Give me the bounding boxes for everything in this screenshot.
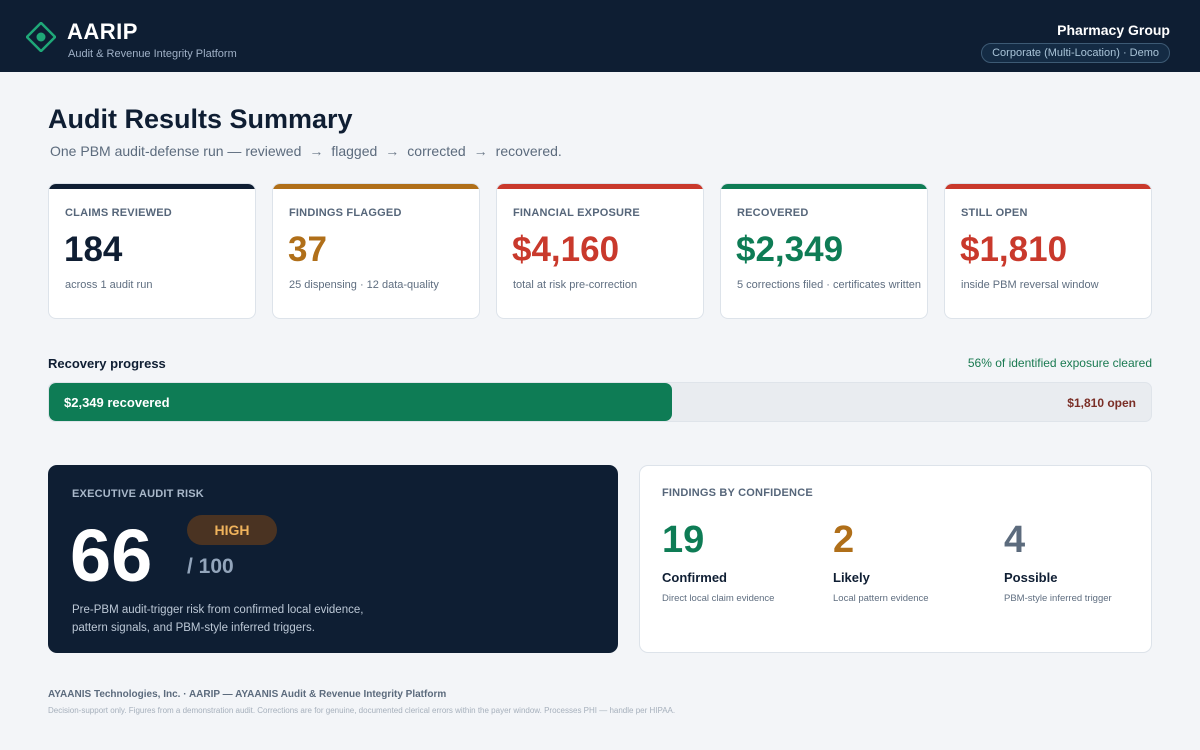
kpi-note: total at risk pre-correction	[513, 279, 638, 291]
confidence-possible: 4 Possible PBM-style inferred trigger	[1004, 518, 1169, 604]
risk-description: Pre-PBM audit-trigger risk from confirme…	[72, 604, 364, 634]
kpi-label: FINANCIAL EXPOSURE	[513, 207, 640, 219]
confidence-name: Possible	[1004, 570, 1058, 585]
org-name: Pharmacy Group	[1057, 22, 1170, 38]
confidence-name: Confirmed	[662, 570, 727, 585]
confidence-desc: Direct local claim evidence	[662, 593, 775, 604]
risk-score: 66	[70, 514, 153, 597]
recovery-progress-bar: $2,349 recovered $1,810 open	[48, 382, 1152, 422]
page-title: Audit Results Summary	[48, 104, 353, 134]
arrow-right-icon: →	[309, 143, 324, 159]
kpi-value: 184	[64, 230, 123, 269]
risk-max: / 100	[187, 555, 234, 578]
kpi-card-findings-flagged: FINDINGS FLAGGED 37 25 dispensing · 12 d…	[272, 183, 480, 319]
confidence-desc: PBM-style inferred trigger	[1004, 593, 1112, 604]
subtitle-step-reviewed: One PBM audit-defense run — reviewed	[50, 143, 302, 159]
kpi-note: across 1 audit run	[65, 279, 153, 291]
open-amount-label: $1,810 open	[1067, 396, 1136, 410]
kpi-card-recovered: RECOVERED $2,349 5 corrections filed · c…	[720, 183, 928, 319]
recovery-progress-fill: $2,349 recovered	[49, 383, 672, 421]
confidence-label: FINDINGS BY CONFIDENCE	[662, 487, 813, 499]
kpi-accent-bar	[497, 184, 703, 189]
recovered-amount-label: $2,349 recovered	[64, 395, 170, 410]
kpi-value: $1,810	[960, 230, 1068, 269]
confidence-count: 2	[833, 519, 855, 561]
recovery-progress-title: Recovery progress	[48, 356, 166, 371]
confidence-name: Likely	[833, 570, 870, 585]
brand-name: AARIP	[67, 19, 138, 44]
kpi-label: RECOVERED	[737, 207, 809, 219]
kpi-accent-bar	[945, 184, 1151, 189]
kpi-note: inside PBM reversal window	[961, 279, 1099, 291]
diamond-logo-icon	[26, 22, 56, 52]
kpi-label: CLAIMS REVIEWED	[65, 207, 172, 219]
org-context-pill[interactable]: Corporate (Multi-Location) · Demo	[981, 43, 1170, 63]
arrow-right-icon: →	[473, 143, 488, 159]
confidence-likely: 2 Likely Local pattern evidence	[833, 518, 998, 604]
risk-label: EXECUTIVE AUDIT RISK	[72, 488, 204, 500]
recovery-progress-summary: 56% of identified exposure cleared	[967, 356, 1152, 370]
brand-subtitle: Audit & Revenue Integrity Platform	[68, 48, 237, 60]
arrow-right-icon: →	[385, 143, 400, 159]
executive-audit-risk-card: EXECUTIVE AUDIT RISK 66 HIGH / 100 Pre-P…	[48, 465, 618, 653]
confidence-confirmed: 19 Confirmed Direct local claim evidence	[662, 518, 827, 604]
kpi-note: 5 corrections filed · certificates writt…	[737, 279, 922, 291]
kpi-value: 37	[288, 230, 327, 269]
subtitle-step-corrected: corrected	[407, 143, 466, 159]
footer-company: AYAANIS Technologies, Inc. · AARIP — AYA…	[48, 689, 447, 700]
kpi-card-still-open: STILL OPEN $1,810 inside PBM reversal wi…	[944, 183, 1152, 319]
kpi-value: $2,349	[736, 230, 844, 269]
kpi-accent-bar	[49, 184, 255, 189]
confidence-desc: Local pattern evidence	[833, 593, 929, 604]
page-subtitle: One PBM audit-defense run — reviewed → fla…	[50, 143, 562, 159]
subtitle-step-flagged: flagged	[331, 143, 378, 159]
kpi-card-financial-exposure: FINANCIAL EXPOSURE $4,160 total at risk …	[496, 183, 704, 319]
findings-by-confidence-card: FINDINGS BY CONFIDENCE 19 Confirmed Dire…	[639, 465, 1152, 653]
footer-disclaimer: Decision-support only. Figures from a de…	[48, 706, 676, 715]
kpi-card-claims-reviewed: CLAIMS REVIEWED 184 across 1 audit run	[48, 183, 256, 319]
risk-level-badge: HIGH	[187, 515, 277, 545]
kpi-accent-bar	[721, 184, 927, 189]
kpi-value: $4,160	[512, 230, 620, 269]
confidence-count: 19	[662, 519, 705, 561]
subtitle-step-recovered: recovered.	[495, 143, 562, 159]
confidence-count: 4	[1004, 519, 1026, 561]
kpi-label: FINDINGS FLAGGED	[289, 207, 402, 219]
top-header: AARIP Audit & Revenue Integrity Platform…	[0, 0, 1200, 72]
kpi-accent-bar	[273, 184, 479, 189]
kpi-note: 25 dispensing · 12 data-quality	[289, 279, 439, 291]
kpi-label: STILL OPEN	[961, 207, 1028, 219]
